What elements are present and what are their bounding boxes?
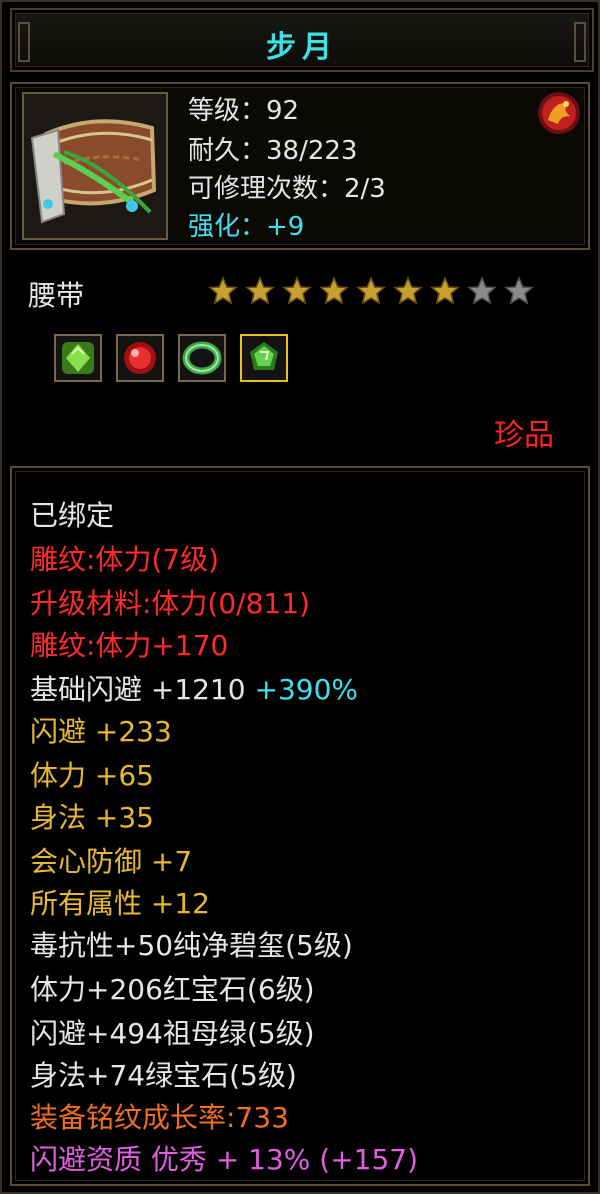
title-bar: 步月 — [10, 8, 594, 72]
base-dodge-value: 基础闪避 +1210 — [30, 673, 246, 706]
star-empty-icon — [467, 276, 497, 305]
enhance-stat: 强化：+9 — [188, 212, 305, 242]
red-gem-icon[interactable] — [116, 334, 164, 382]
repair-count-stat: 可修理次数：2/3 — [188, 174, 386, 204]
crit-defense-line: 会心防御 +7 — [30, 845, 193, 878]
star-filled-icon — [245, 276, 275, 305]
green-gem-icon[interactable] — [54, 334, 102, 382]
star-filled-icon — [319, 276, 349, 305]
agility-line: 身法 +35 — [30, 801, 154, 834]
star-rating — [208, 276, 534, 306]
durability-stat: 耐久：38/223 — [188, 136, 358, 166]
gem-bonus-line: 毒抗性+50纯净碧玺(5级) — [30, 929, 353, 962]
carve-line: 雕纹:体力(7级) — [30, 543, 220, 576]
all-attributes-line: 所有属性 +12 — [30, 887, 210, 920]
jade-ring-icon[interactable] — [178, 334, 226, 382]
phoenix-emblem-icon — [536, 90, 582, 136]
item-header: 等级：92 耐久：38/223 可修理次数：2/3 强化：+9 — [10, 82, 590, 250]
dodge-line: 闪避 +233 — [30, 715, 172, 748]
upgrade-material-line: 升级材料:体力(0/811) — [30, 587, 310, 620]
carve-bonus-line: 雕纹:体力+170 — [30, 629, 229, 662]
base-dodge-line: 基础闪避 +1210 +390% — [30, 668, 358, 708]
star-filled-icon — [356, 276, 386, 305]
bound-status: 已绑定 — [30, 499, 115, 532]
aptitude-line: 闪避资质 优秀 + 13% (+157) — [30, 1143, 419, 1176]
belt-icon — [22, 92, 168, 240]
star-filled-icon — [393, 276, 423, 305]
emerald-gem-icon[interactable] — [240, 334, 288, 382]
level-stat: 等级：92 — [188, 96, 300, 126]
item-name: 腰带 — [28, 279, 85, 312]
star-filled-icon — [208, 276, 238, 305]
item-title: 步月 — [266, 30, 338, 65]
gem-bonus-line: 体力+206红宝石(6级) — [30, 973, 315, 1006]
gem-slots — [54, 334, 288, 382]
base-dodge-percent: +390% — [254, 673, 359, 706]
growth-rate-line: 装备铭纹成长率:733 — [30, 1101, 289, 1134]
star-filled-icon — [282, 276, 312, 305]
details-panel: 已绑定 雕纹:体力(7级) 升级材料:体力(0/811) 雕纹:体力+170 基… — [10, 466, 590, 1186]
stamina-line: 体力 +65 — [30, 759, 154, 792]
gem-bonus-line: 身法+74绿宝石(5级) — [30, 1059, 297, 1092]
star-filled-icon — [430, 276, 460, 305]
gem-bonus-line: 闪避+494祖母绿(5级) — [30, 1017, 315, 1050]
item-tooltip: 步月 等级：92 耐久：38/223 可修理次数：2/3 强化：+9 腰带 珍品… — [0, 0, 600, 1194]
star-empty-icon — [504, 276, 534, 305]
rarity-label: 珍品 — [494, 418, 554, 453]
